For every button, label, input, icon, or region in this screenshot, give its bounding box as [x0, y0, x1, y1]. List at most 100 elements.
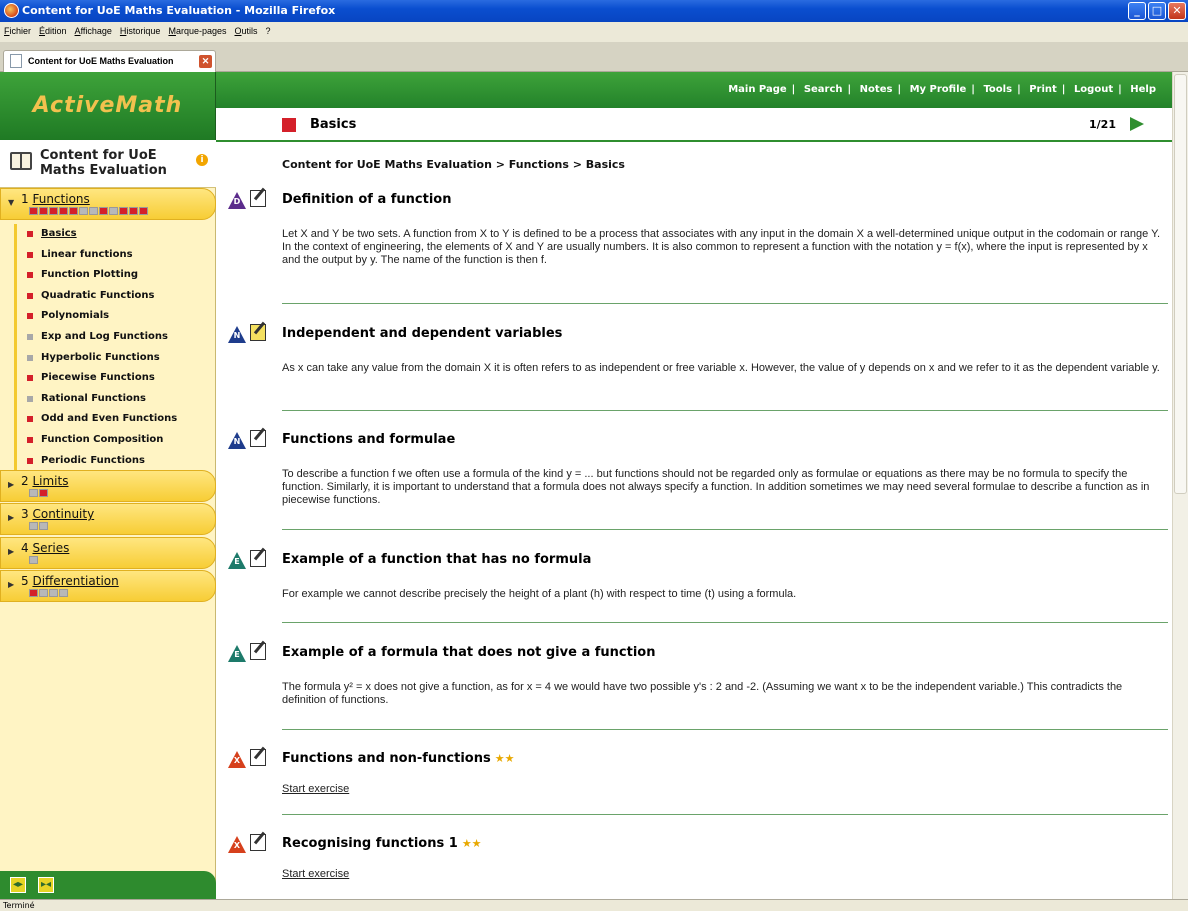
lesson-item[interactable]: Rational Functions — [17, 389, 214, 410]
chevron-right-icon[interactable]: ▶ — [8, 580, 14, 589]
book-icon — [10, 152, 32, 170]
exercise-icon[interactable]: X — [228, 836, 246, 854]
close-tab-icon[interactable]: ✕ — [199, 55, 212, 68]
lesson-item[interactable]: Exp and Log Functions — [17, 327, 214, 348]
scrollbar-thumb[interactable] — [1174, 74, 1187, 494]
lesson-item[interactable]: Piecewise Functions — [17, 368, 214, 389]
chapter-differentiation[interactable]: ▶ 5 Differentiation — [0, 570, 216, 602]
lesson-label: Periodic Functions — [41, 454, 145, 466]
lesson-label: Function Plotting — [41, 269, 139, 281]
nav-search[interactable]: Search — [804, 84, 843, 95]
bullet-icon — [27, 395, 33, 402]
course-title[interactable]: Content for UoE Maths Evaluation — [40, 148, 180, 178]
lesson-item[interactable]: Quadratic Functions — [17, 286, 214, 307]
lesson-item[interactable]: Function Plotting — [17, 265, 214, 286]
chapter-number: 3 — [21, 507, 29, 521]
lesson-label: Odd and Even Functions — [41, 413, 178, 425]
bullet-icon — [27, 333, 33, 340]
nav-logout[interactable]: Logout — [1074, 84, 1113, 95]
chapter-limits[interactable]: ▶ 2 Limits — [0, 470, 216, 502]
example-icon[interactable]: E — [228, 645, 246, 663]
lesson-item[interactable]: Basics — [17, 224, 214, 245]
definition-icon[interactable]: D — [228, 192, 246, 210]
chevron-right-icon[interactable]: ▶ — [8, 513, 14, 522]
lesson-item[interactable]: Polynomials — [17, 306, 214, 327]
start-exercise-link[interactable]: Start exercise — [282, 868, 349, 880]
chevron-right-icon[interactable]: ▶ — [8, 480, 14, 489]
lesson-item[interactable]: Odd and Even Functions — [17, 409, 214, 430]
menu-marque-pages[interactable]: Marque-pages — [168, 22, 226, 40]
example-icon[interactable]: E — [228, 552, 246, 570]
chevron-down-icon[interactable]: ▼ — [8, 198, 14, 207]
firefox-icon — [4, 3, 19, 18]
lesson-item[interactable]: Function Composition — [17, 430, 214, 451]
menu-historique[interactable]: Historique — [120, 22, 161, 40]
lesson-item[interactable]: Hyperbolic Functions — [17, 348, 214, 369]
nav-print[interactable]: Print — [1029, 84, 1057, 95]
main-content: Content for UoE Maths Evaluation > Funct… — [216, 142, 1172, 899]
item-text: Let X and Y be two sets. A function from… — [282, 228, 1161, 266]
nav-main-page[interactable]: Main Page — [728, 84, 786, 95]
chapter-functions[interactable]: ▼ 1 Functions — [0, 188, 216, 220]
minimize-button[interactable]: _ — [1128, 2, 1146, 20]
vertical-scrollbar[interactable] — [1172, 72, 1188, 899]
progress-bar — [29, 589, 68, 597]
note-edit-icon[interactable] — [250, 324, 266, 341]
divider — [282, 729, 1168, 730]
notation-icon[interactable]: N — [228, 432, 246, 450]
bullet-icon — [27, 313, 33, 320]
lesson-label: Exp and Log Functions — [41, 330, 168, 342]
collapse-sidebar-icon[interactable]: ▸◂ — [38, 877, 54, 893]
menu-affichage[interactable]: Affichage — [75, 22, 112, 40]
chapter-continuity[interactable]: ▶ 3 Continuity — [0, 503, 216, 535]
chapter-label[interactable]: Functions — [32, 192, 89, 206]
menu-fichier[interactable]: Fichier — [4, 22, 31, 40]
item-title: Example of a formula that does not give … — [282, 645, 656, 660]
divider — [282, 529, 1168, 530]
next-page-arrow-icon[interactable] — [1130, 117, 1144, 131]
start-exercise-link[interactable]: Start exercise — [282, 783, 349, 795]
maximize-button[interactable]: □ — [1148, 2, 1166, 20]
menu-help[interactable]: ? — [266, 22, 271, 40]
menu-outils[interactable]: Outils — [235, 22, 258, 40]
nav-notes[interactable]: Notes — [860, 84, 893, 95]
nav-my-profile[interactable]: My Profile — [910, 84, 967, 95]
chapter-label[interactable]: Limits — [32, 474, 68, 488]
note-edit-icon[interactable] — [250, 430, 266, 447]
bullet-icon — [27, 354, 33, 361]
note-edit-icon[interactable] — [250, 749, 266, 766]
chevron-right-icon[interactable]: ▶ — [8, 547, 14, 556]
lesson-label: Function Composition — [41, 433, 164, 445]
divider — [282, 303, 1168, 304]
page-counter: 1/21 — [1089, 118, 1116, 131]
chapter-label[interactable]: Series — [32, 541, 69, 555]
top-navigation: Main Page | Search | Notes | My Profile | To… — [216, 72, 1172, 108]
resize-sidebar-icon[interactable]: ◂▸ — [10, 877, 26, 893]
note-edit-icon[interactable] — [250, 550, 266, 567]
nav-tools[interactable]: Tools — [983, 84, 1012, 95]
notation-icon[interactable]: N — [228, 326, 246, 344]
chapter-series[interactable]: ▶ 4 Series — [0, 537, 216, 569]
close-button[interactable]: ✕ — [1168, 2, 1186, 20]
firefox-window: Content for UoE Maths Evaluation - Mozil… — [0, 0, 1188, 911]
exercise-icon[interactable]: X — [228, 751, 246, 769]
lesson-list: Basics Linear functions Function Plottin… — [14, 224, 214, 472]
item-title: Functions and non-functions ★★ — [282, 751, 515, 766]
lesson-item[interactable]: Periodic Functions — [17, 451, 214, 472]
lesson-label: Basics — [41, 228, 77, 239]
lesson-item[interactable]: Linear functions — [17, 245, 214, 266]
chapter-label[interactable]: Continuity — [32, 507, 94, 521]
menu-edition[interactable]: Édition — [39, 22, 67, 40]
difficulty-stars-icon: ★★ — [494, 752, 515, 765]
nav-help[interactable]: Help — [1130, 84, 1156, 95]
lesson-label: Piecewise Functions — [41, 372, 155, 384]
note-edit-icon[interactable] — [250, 834, 266, 851]
chapter-label[interactable]: Differentiation — [32, 574, 118, 588]
browser-tab[interactable]: Content for UoE Maths Evaluation ✕ — [3, 50, 216, 72]
note-edit-icon[interactable] — [250, 643, 266, 660]
item-title: Independent and dependent variables — [282, 326, 563, 341]
activemath-logo[interactable]: ActiveMath — [0, 72, 216, 140]
note-edit-icon[interactable] — [250, 190, 266, 207]
info-icon[interactable]: i — [196, 154, 208, 166]
chapter-number: 2 — [21, 474, 29, 488]
